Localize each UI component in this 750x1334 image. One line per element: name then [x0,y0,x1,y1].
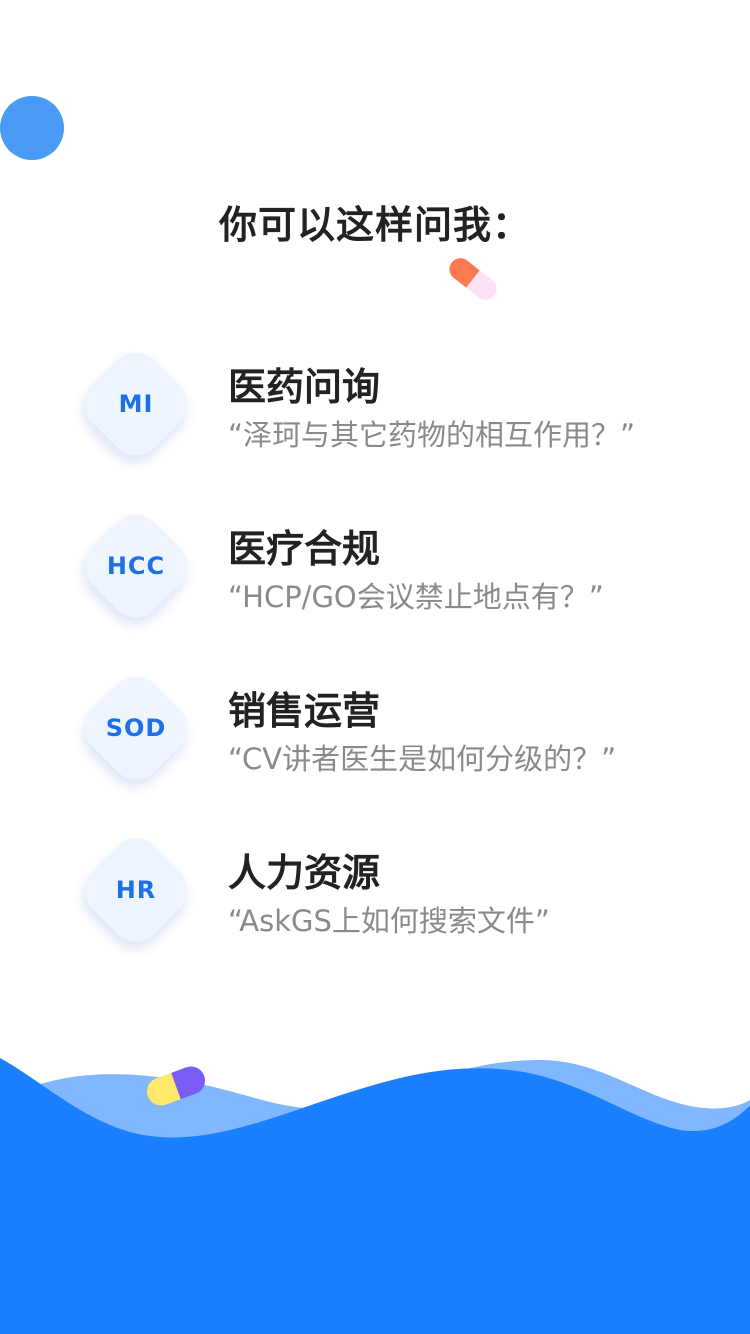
badge-label: MI [118,390,154,418]
topic-mi[interactable]: MI 医药问询 “泽珂与其它药物的相互作用？” [0,341,750,482]
topic-example-question[interactable]: “泽珂与其它药物的相互作用？” [228,412,635,454]
topic-example-question[interactable]: “CV讲者医生是如何分级的？” [228,736,616,778]
badge-label: SOD [105,714,167,742]
pill-decoration-icon [444,253,502,305]
badge-label: HR [115,876,157,904]
topic-sod[interactable]: SOD 销售运营 “CV讲者医生是如何分级的？” [0,665,750,806]
topic-hr[interactable]: HR 人力资源 “AskGS上如何搜索文件” [0,827,750,968]
topic-title: 医药问询 [228,365,381,409]
topic-title: 销售运营 [228,689,381,733]
topic-example-question[interactable]: “AskGS上如何搜索文件” [228,898,550,940]
topic-title: 医疗合规 [228,527,381,571]
badge-label: HCC [106,552,166,580]
decorative-blue-circle [0,96,64,160]
topic-hcc[interactable]: HCC 医疗合规 “HCP/GO会议禁止地点有？” [0,503,750,644]
bottom-wave-decoration [0,1058,750,1334]
topic-example-question[interactable]: “HCP/GO会议禁止地点有？” [228,574,604,616]
topic-title: 人力资源 [228,851,381,895]
page-heading: 你可以这样问我： [218,203,531,247]
